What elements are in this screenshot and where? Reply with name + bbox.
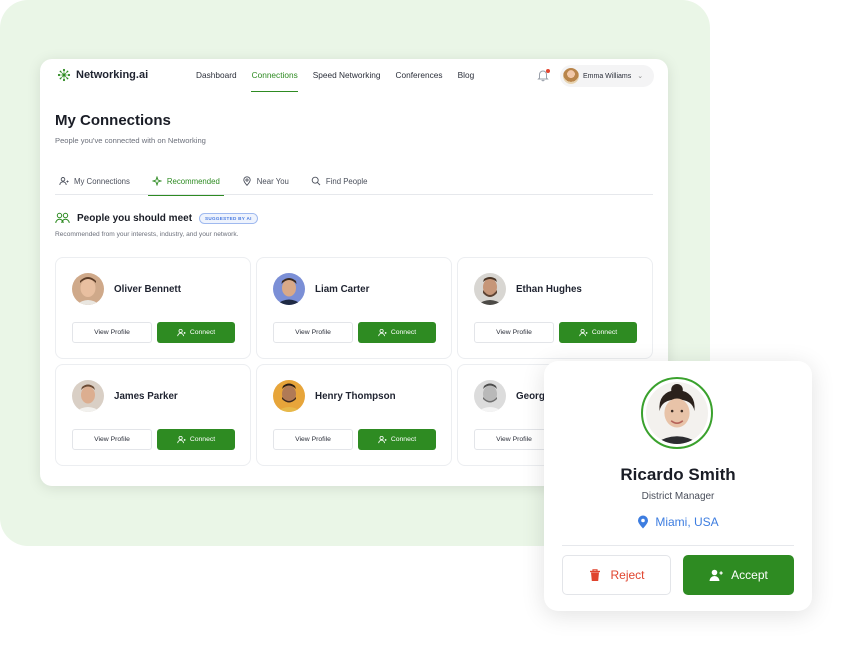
person-card: Oliver Bennett View Profile Connect xyxy=(55,257,251,359)
user-menu[interactable]: Emma Williams ⌄ xyxy=(560,65,654,87)
view-profile-button[interactable]: View Profile xyxy=(474,322,554,343)
nav-dashboard[interactable]: Dashboard xyxy=(196,59,244,92)
connect-label: Connect xyxy=(591,329,618,336)
location-pin-icon xyxy=(638,515,649,529)
view-profile-button[interactable]: View Profile xyxy=(474,429,554,450)
person-card: Henry Thompson View Profile Connect xyxy=(256,364,452,466)
reject-label: Reject xyxy=(610,568,645,582)
view-profile-button[interactable]: View Profile xyxy=(273,322,353,343)
tab-label: Find People xyxy=(325,176,368,186)
connect-label: Connect xyxy=(189,436,216,443)
accept-button[interactable]: Accept xyxy=(683,555,794,595)
connect-label: Connect xyxy=(390,329,417,336)
nav-blog[interactable]: Blog xyxy=(458,59,482,92)
person-name: Oliver Bennett xyxy=(114,284,181,295)
page-subtitle: People you've connected with on Networki… xyxy=(55,136,206,145)
tab-find-people[interactable]: Find People xyxy=(307,167,372,195)
connect-button[interactable]: Connect xyxy=(157,429,235,450)
accept-label: Accept xyxy=(731,568,768,582)
nav-speed-networking[interactable]: Speed Networking xyxy=(313,59,388,92)
add-user-icon xyxy=(709,569,723,581)
avatar xyxy=(273,273,305,305)
avatar xyxy=(273,380,305,412)
avatar xyxy=(563,68,579,84)
tab-bar: My Connections Recommended Near You Find… xyxy=(55,167,653,196)
ai-badge: SUGGESTED BY AI xyxy=(199,212,258,224)
connect-label: Connect xyxy=(390,436,417,443)
add-user-icon xyxy=(177,328,186,337)
nav-links: Dashboard Connections Speed Networking C… xyxy=(196,59,489,92)
connect-button[interactable]: Connect xyxy=(559,322,637,343)
page-title: My Connections xyxy=(55,112,171,129)
requester-location: Miami, USA xyxy=(544,515,812,529)
section-title: People you should meet xyxy=(77,212,193,224)
section-subtitle: Recommended from your interests, industr… xyxy=(55,231,239,238)
avatar xyxy=(72,273,104,305)
person-name: Liam Carter xyxy=(315,284,370,295)
people-icon xyxy=(55,212,70,224)
requester-name: Ricardo Smith xyxy=(620,465,736,484)
logo-icon xyxy=(57,68,71,82)
nav-connections[interactable]: Connections xyxy=(250,59,305,92)
brand-name: Networking.ai xyxy=(76,69,149,81)
tab-label: Near You xyxy=(256,176,289,186)
add-user-icon xyxy=(177,435,186,444)
search-icon xyxy=(311,176,321,186)
connect-button[interactable]: Connect xyxy=(157,322,235,343)
person-card: James Parker View Profile Connect xyxy=(55,364,251,466)
divider xyxy=(562,545,794,546)
logo[interactable]: Networking.ai xyxy=(56,67,148,83)
tab-near-you[interactable]: Near You xyxy=(238,167,293,195)
avatar-ring xyxy=(641,377,713,449)
location-text: Miami, USA xyxy=(655,515,719,529)
person-name: Henry Thompson xyxy=(315,391,396,402)
add-user-icon xyxy=(378,328,387,337)
person-name: James Parker xyxy=(114,391,178,402)
add-user-icon xyxy=(579,328,588,337)
tab-label: My Connections xyxy=(74,176,130,186)
user-name: Emma Williams xyxy=(583,72,632,80)
add-user-icon xyxy=(378,435,387,444)
requester-role: District Manager xyxy=(641,491,715,502)
reject-button[interactable]: Reject xyxy=(562,555,671,595)
connection-request-card: Ricardo Smith District Manager Miami, US… xyxy=(544,361,812,611)
avatar xyxy=(474,273,506,305)
tab-recommended[interactable]: Recommended xyxy=(147,167,224,196)
chevron-down-icon: ⌄ xyxy=(637,73,644,80)
connect-button[interactable]: Connect xyxy=(358,429,436,450)
avatar xyxy=(646,382,708,444)
top-nav: Networking.ai Dashboard Connections Spee… xyxy=(40,59,668,92)
pin-icon xyxy=(243,176,251,186)
trash-icon xyxy=(590,569,601,581)
nav-conferences[interactable]: Conferences xyxy=(396,59,450,92)
view-profile-button[interactable]: View Profile xyxy=(72,322,152,343)
connect-button[interactable]: Connect xyxy=(358,322,436,343)
view-profile-button[interactable]: View Profile xyxy=(273,429,353,450)
view-profile-button[interactable]: View Profile xyxy=(72,429,152,450)
tab-my-connections[interactable]: My Connections xyxy=(55,167,134,195)
person-name: Ethan Hughes xyxy=(516,284,582,295)
avatar xyxy=(72,380,104,412)
connect-label: Connect xyxy=(189,329,216,336)
sparkle-icon xyxy=(151,176,162,186)
avatar xyxy=(474,380,506,412)
section-header: People you should meet SUGGESTED BY AI xyxy=(55,212,258,224)
notification-dot xyxy=(546,69,550,73)
user-icon xyxy=(59,177,69,186)
person-name: Georg xyxy=(516,391,545,402)
person-card: Liam Carter View Profile Connect xyxy=(256,257,452,359)
person-card: Ethan Hughes View Profile Connect xyxy=(457,257,653,359)
tab-label: Recommended xyxy=(166,176,220,186)
